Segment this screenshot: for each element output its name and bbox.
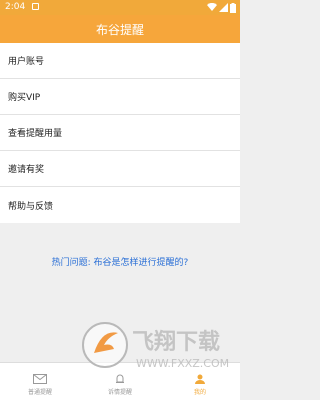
tab-mine[interactable]: 我的 bbox=[160, 363, 240, 400]
status-icons bbox=[207, 2, 236, 13]
status-bar: 2:04 bbox=[0, 0, 240, 15]
menu-item-label: 用户账号 bbox=[8, 57, 45, 67]
app-bar: 布谷提醒 bbox=[0, 15, 240, 43]
menu-item-label: 邀请有奖 bbox=[8, 165, 45, 175]
status-time: 2:04 bbox=[5, 2, 26, 12]
bottom-nav: 普通提醒 诉情提醒 我的 bbox=[0, 362, 240, 400]
tab-label: 普通提醒 bbox=[27, 389, 52, 396]
settings-menu: 用户账号 购买VIP 查看提醒用量 邀请有奖 帮助与反馈 bbox=[0, 43, 240, 223]
envelope-icon bbox=[33, 374, 47, 384]
tab-normal-reminder[interactable]: 普通提醒 bbox=[0, 363, 80, 400]
menu-item-invite-reward[interactable]: 邀请有奖 bbox=[0, 151, 240, 187]
user-icon bbox=[195, 374, 205, 384]
sim-icon bbox=[32, 3, 39, 10]
wifi-icon bbox=[207, 3, 217, 11]
bell-icon bbox=[116, 374, 124, 383]
watermark-text: 飞翔下载 bbox=[132, 329, 220, 355]
page-title: 布谷提醒 bbox=[95, 23, 144, 37]
tab-complaint-reminder[interactable]: 诉情提醒 bbox=[80, 363, 160, 400]
tab-label: 诉情提醒 bbox=[107, 389, 132, 396]
battery-icon bbox=[230, 2, 236, 13]
menu-item-help-feedback[interactable]: 帮助与反馈 bbox=[0, 187, 240, 223]
menu-item-label: 查看提醒用量 bbox=[8, 129, 63, 139]
menu-item-user-account[interactable]: 用户账号 bbox=[0, 43, 240, 79]
menu-item-label: 购买VIP bbox=[8, 93, 41, 103]
menu-item-view-usage[interactable]: 查看提醒用量 bbox=[0, 115, 240, 151]
menu-item-buy-vip[interactable]: 购买VIP bbox=[0, 79, 240, 115]
faq-link[interactable]: 热门问题: 布谷是怎样进行提醒的? bbox=[0, 255, 240, 268]
tab-label: 我的 bbox=[193, 389, 206, 396]
signal-icon bbox=[219, 3, 228, 12]
menu-item-label: 帮助与反馈 bbox=[8, 201, 54, 212]
